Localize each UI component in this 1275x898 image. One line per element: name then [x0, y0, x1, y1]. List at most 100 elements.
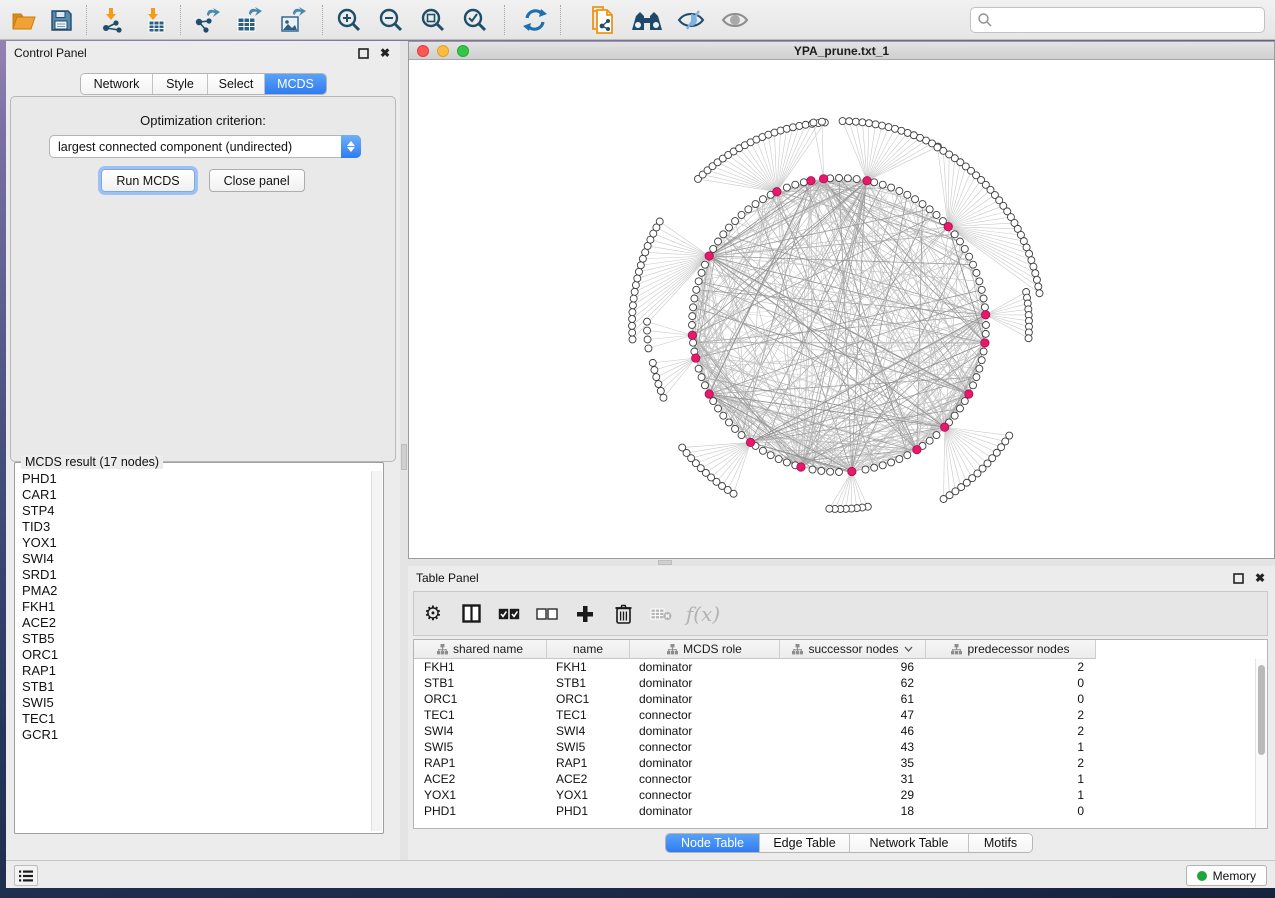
tab-node-table[interactable]: Node Table — [666, 834, 760, 852]
mcds-result-item[interactable]: GCR1 — [16, 727, 372, 743]
table-row[interactable]: ORC1ORC1dominator610 — [414, 691, 1246, 707]
network-canvas[interactable] — [409, 60, 1274, 558]
clone-network-button[interactable] — [586, 4, 620, 36]
import-table-button[interactable] — [138, 4, 172, 36]
table-row[interactable]: FKH1FKH1dominator962 — [414, 659, 1246, 675]
mcds-result-item[interactable]: STP4 — [16, 503, 372, 519]
deselect-all-button[interactable] — [528, 596, 566, 632]
find-button[interactable] — [630, 4, 664, 36]
toolbar-separator — [504, 5, 505, 35]
float-window-icon[interactable] — [356, 46, 370, 60]
tab-select[interactable]: Select — [208, 74, 265, 94]
mcds-result-item[interactable]: STB1 — [16, 679, 372, 695]
mcds-list-scrollbar[interactable] — [371, 471, 382, 831]
tab-edge-table[interactable]: Edge Table — [760, 834, 850, 852]
save-session-button[interactable] — [44, 4, 78, 36]
search-field[interactable] — [970, 7, 1265, 33]
splitter-handle[interactable] — [401, 444, 407, 470]
delete-table-button[interactable] — [642, 596, 680, 632]
memory-button[interactable]: Memory — [1186, 865, 1267, 886]
table-row[interactable]: SWI4SWI4dominator462 — [414, 723, 1246, 739]
mcds-result-item[interactable]: ORC1 — [16, 647, 372, 663]
table-cell: 18 — [780, 803, 926, 819]
zoom-fit-button[interactable] — [416, 4, 450, 36]
open-file-button[interactable] — [8, 4, 42, 36]
tab-style[interactable]: Style — [153, 74, 208, 94]
table-cell: TEC1 — [414, 707, 547, 723]
column-header-shared-name[interactable]: shared name — [414, 640, 547, 659]
zoom-out-button[interactable] — [374, 4, 408, 36]
column-header-name[interactable]: name — [547, 640, 630, 659]
tab-mcds[interactable]: MCDS — [265, 74, 326, 94]
close-panel-icon[interactable]: ✖ — [378, 46, 392, 60]
splitter-handle[interactable] — [658, 560, 672, 565]
criterion-value: largest connected component (undirected) — [50, 140, 341, 154]
float-window-icon[interactable] — [1231, 571, 1245, 585]
table-cell: ACE2 — [414, 771, 547, 787]
column-header-mcds-role[interactable]: MCDS role — [630, 640, 780, 659]
function-builder-button[interactable]: f(x) — [680, 596, 726, 632]
clone-network-icon — [590, 6, 616, 34]
task-history-button[interactable] — [14, 865, 38, 886]
tab-network[interactable]: Network — [81, 74, 153, 94]
table-cell: 0 — [926, 803, 1096, 819]
select-all-button[interactable] — [490, 596, 528, 632]
table-row[interactable]: STB1STB1dominator620 — [414, 675, 1246, 691]
columns-icon — [462, 604, 481, 623]
table-cell: PHD1 — [547, 803, 630, 819]
table-row[interactable]: TEC1TEC1connector472 — [414, 707, 1246, 723]
import-network-button[interactable] — [96, 4, 130, 36]
column-header-predecessor-nodes[interactable]: predecessor nodes — [926, 640, 1096, 659]
run-mcds-button[interactable]: Run MCDS — [101, 169, 194, 192]
table-row[interactable]: RAP1RAP1dominator352 — [414, 755, 1246, 771]
add-column-button[interactable] — [566, 596, 604, 632]
mcds-result-item[interactable]: TID3 — [16, 519, 372, 535]
maximize-window-icon[interactable] — [457, 45, 469, 57]
mcds-result-item[interactable]: SWI5 — [16, 695, 372, 711]
mcds-result-item[interactable]: STB5 — [16, 631, 372, 647]
table-cell: dominator — [630, 723, 780, 739]
mcds-result-item[interactable]: FKH1 — [16, 599, 372, 615]
scrollbar-thumb[interactable] — [1258, 665, 1265, 755]
mcds-result-item[interactable]: CAR1 — [16, 487, 372, 503]
refresh-button[interactable] — [518, 4, 552, 36]
show-details-button[interactable] — [718, 4, 752, 36]
mcds-result-item[interactable]: SRD1 — [16, 567, 372, 583]
close-window-icon[interactable] — [417, 45, 429, 57]
table-scrollbar[interactable] — [1255, 659, 1266, 828]
search-input[interactable] — [993, 10, 1264, 30]
close-panel-icon[interactable]: ✖ — [1253, 571, 1267, 585]
tab-network-table[interactable]: Network Table — [850, 834, 969, 852]
delete-column-button[interactable] — [604, 596, 642, 632]
table-row[interactable]: YOX1YOX1connector291 — [414, 787, 1246, 803]
mcds-result-item[interactable]: PMA2 — [16, 583, 372, 599]
toggle-columns-button[interactable] — [452, 596, 490, 632]
zoom-in-button[interactable] — [332, 4, 366, 36]
table-row[interactable]: SWI5SWI5connector431 — [414, 739, 1246, 755]
settings-gear-button[interactable]: ⚙ — [414, 596, 452, 632]
mcds-result-groupbox: MCDS result (17 nodes) PHD1CAR1STP4TID3Y… — [14, 462, 384, 834]
column-header-successor-nodes[interactable]: successor nodes — [780, 640, 926, 659]
close-panel-button[interactable]: Close panel — [209, 169, 305, 192]
tab-motifs[interactable]: Motifs — [969, 834, 1032, 852]
mcds-result-item[interactable]: ACE2 — [16, 615, 372, 631]
horizontal-splitter[interactable] — [408, 559, 1275, 566]
mcds-result-item[interactable]: RAP1 — [16, 663, 372, 679]
table-row[interactable]: ACE2ACE2connector311 — [414, 771, 1246, 787]
mcds-result-item[interactable]: TEC1 — [16, 711, 372, 727]
table-row[interactable]: PHD1PHD1dominator180 — [414, 803, 1246, 819]
export-network-button[interactable] — [190, 4, 224, 36]
hide-details-button[interactable] — [674, 4, 708, 36]
table-cell: 2 — [926, 755, 1096, 771]
minimize-window-icon[interactable] — [437, 45, 449, 57]
criterion-dropdown[interactable]: largest connected component (undirected) — [49, 135, 361, 158]
mcds-result-item[interactable]: SWI4 — [16, 551, 372, 567]
hide-details-icon — [677, 8, 705, 32]
mcds-result-item[interactable]: PHD1 — [16, 471, 372, 487]
zoom-selected-button[interactable] — [458, 4, 492, 36]
mcds-result-item[interactable]: YOX1 — [16, 535, 372, 551]
export-image-button[interactable] — [276, 4, 310, 36]
export-table-button[interactable] — [232, 4, 266, 36]
toolbar-separator — [86, 5, 87, 35]
vertical-splitter[interactable] — [400, 41, 408, 860]
